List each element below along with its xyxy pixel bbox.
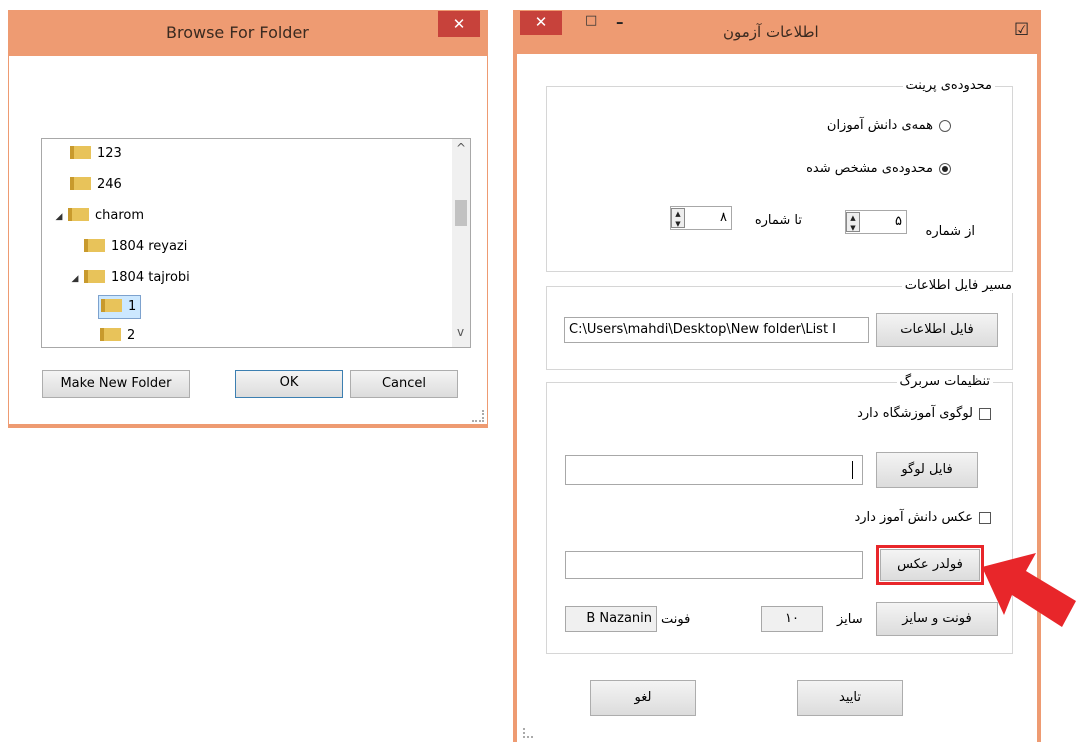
radio-unchecked-icon[interactable]: [939, 119, 951, 132]
to-number-label: تا شماره: [754, 213, 802, 228]
resize-grip-icon[interactable]: [472, 410, 484, 422]
scroll-down-arrow-icon[interactable]: v: [457, 325, 464, 339]
red-arrow-annotation: [982, 553, 1076, 627]
exam-info-window: ✕ □ – اطلاعات آزمون ☑ محدوده‌ی پرینت همه…: [513, 10, 1041, 742]
exam-dialog-title: اطلاعات آزمون: [723, 23, 819, 41]
folder-icon: [68, 208, 89, 221]
browse-for-folder-window: Browse For Folder ✕ 123 246 ◢ charom 1804…: [8, 10, 488, 428]
maximize-icon[interactable]: □: [585, 13, 597, 28]
browse-close-button[interactable]: ✕: [438, 11, 480, 37]
tree-item-1804-reyazi[interactable]: 1804 reyazi: [84, 236, 187, 258]
tree-item-1-selected[interactable]: 1: [98, 295, 142, 319]
tree-item-1804-tajrobi[interactable]: ◢ 1804 tajrobi: [70, 267, 190, 289]
photo-folder-input[interactable]: [565, 551, 863, 579]
folder-icon: [101, 299, 122, 312]
header-settings-legend: تنظیمات سربرگ: [896, 374, 993, 389]
info-file-legend: مسیر فایل اطلاعات: [901, 278, 1015, 293]
tree-vertical-scrollbar[interactable]: ^ v: [452, 139, 470, 347]
print-range-legend: محدوده‌ی پرینت: [902, 78, 995, 93]
tree-item-246[interactable]: 246: [70, 174, 122, 196]
info-file-path-input[interactable]: C:\Users\mahdi\Desktop\New folder\List I: [564, 317, 869, 343]
checkbox-unchecked-icon[interactable]: [979, 511, 991, 524]
checkbox-unchecked-icon[interactable]: [979, 407, 991, 420]
minimize-icon[interactable]: –: [616, 13, 624, 31]
collapse-arrow-icon[interactable]: ◢: [70, 268, 80, 290]
folder-icon: [84, 239, 105, 252]
folder-icon: [70, 177, 91, 190]
exam-close-button[interactable]: ✕: [520, 11, 562, 35]
browse-dialog-body: 123 246 ◢ charom 1804 reyazi ◢ 1804 tajrob…: [9, 56, 487, 424]
close-icon: ✕: [534, 13, 548, 31]
folder-icon: [84, 270, 105, 283]
radio-all-students[interactable]: همه‌ی دانش آموزان: [827, 118, 951, 133]
close-icon: ✕: [452, 15, 466, 33]
from-number-label: از شماره: [925, 224, 975, 239]
print-range-group: [546, 86, 1013, 272]
font-label: فونت: [661, 612, 691, 627]
size-label: سایز: [837, 612, 863, 627]
photo-folder-button[interactable]: فولدر عکس: [880, 549, 980, 581]
logo-file-input[interactable]: [565, 455, 863, 485]
arrow-shape: [982, 553, 1076, 627]
radio-specified-range[interactable]: محدوده‌ی مشخص شده: [806, 161, 951, 176]
has-logo-checkbox[interactable]: لوگوی آموزشگاه دارد: [857, 406, 991, 421]
confirm-button[interactable]: تایید: [797, 680, 903, 716]
tree-item-charom[interactable]: ◢ charom: [54, 205, 144, 227]
scroll-thumb[interactable]: [455, 200, 467, 226]
font-size-display: ۱۰: [761, 606, 823, 632]
font-name-display: B Nazanin: [565, 606, 657, 632]
resize-grip-icon[interactable]: [523, 728, 533, 738]
has-photo-checkbox[interactable]: عکس دانش آموز دارد: [854, 510, 991, 525]
folder-icon: [100, 328, 121, 341]
cancel-exam-button[interactable]: لغو: [590, 680, 696, 716]
text-cursor: [852, 461, 853, 479]
browse-dialog-title: Browse For Folder: [166, 23, 309, 42]
ok-button[interactable]: OK: [235, 370, 343, 398]
make-new-folder-button[interactable]: Make New Folder: [42, 370, 190, 398]
cancel-button[interactable]: Cancel: [350, 370, 458, 398]
folder-tree[interactable]: 123 246 ◢ charom 1804 reyazi ◢ 1804 tajrob…: [41, 138, 471, 348]
radio-checked-icon[interactable]: [939, 162, 951, 175]
collapse-arrow-icon[interactable]: ◢: [54, 206, 64, 228]
to-number-spinner[interactable]: ▲ ▼: [671, 208, 685, 228]
folder-icon: [70, 146, 91, 159]
logo-file-button[interactable]: فایل لوگو: [876, 452, 978, 488]
info-file-button[interactable]: فایل اطلاعات: [876, 313, 998, 347]
tree-item-123[interactable]: 123: [70, 143, 122, 165]
scroll-up-arrow-icon[interactable]: ^: [456, 141, 466, 155]
from-number-spinner[interactable]: ▲ ▼: [846, 212, 860, 232]
window-check-icon: ☑: [1014, 20, 1030, 40]
exam-dialog-body: محدوده‌ی پرینت همه‌ی دانش آموزان محدوده‌…: [517, 54, 1037, 742]
tree-item-2[interactable]: 2: [100, 325, 135, 347]
